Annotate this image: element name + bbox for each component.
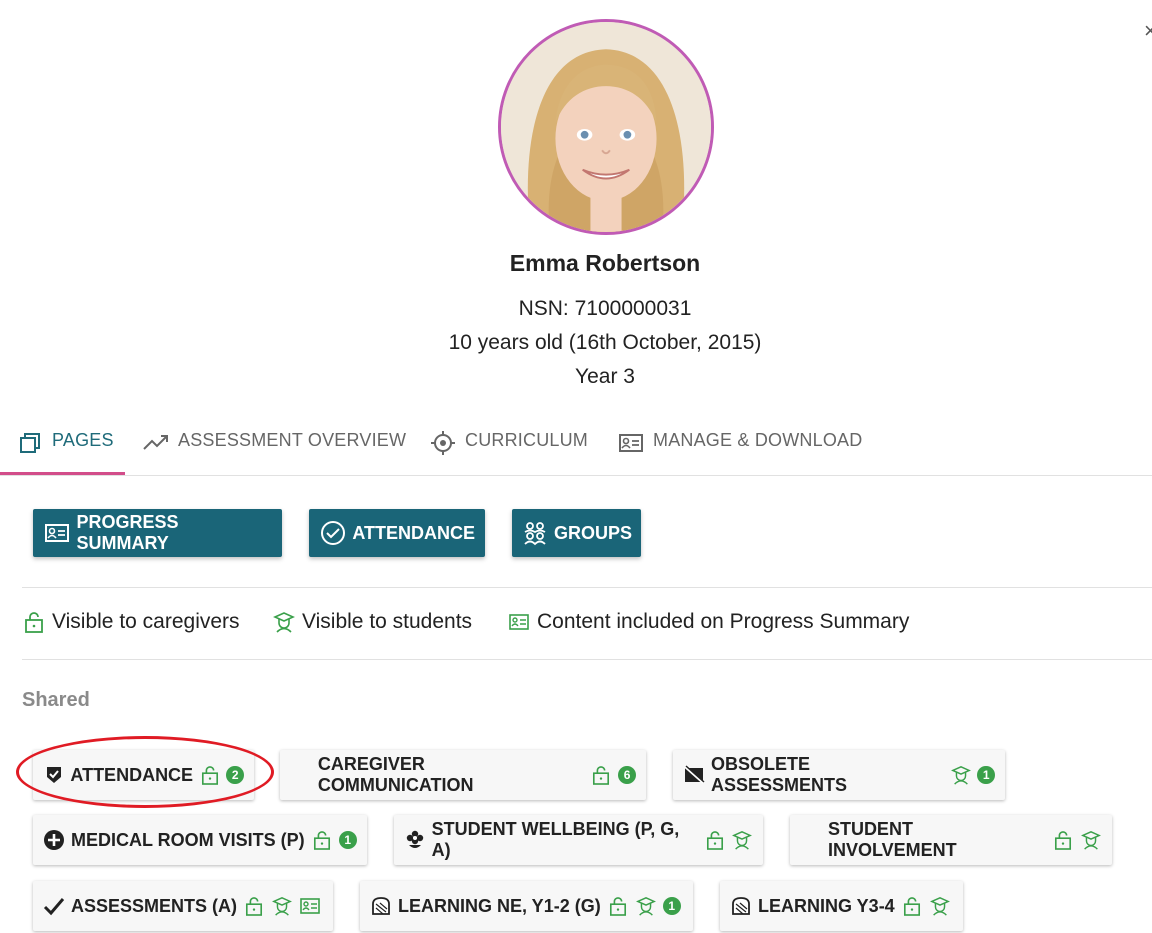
bread-icon <box>370 895 392 917</box>
shield-check-icon <box>43 764 64 786</box>
bread-icon <box>730 895 752 917</box>
pages-icon <box>16 430 44 456</box>
student-year: Year 3 <box>575 365 635 388</box>
unlock-icon <box>199 764 220 786</box>
attendance-button[interactable]: ATTENDANCE <box>309 509 485 557</box>
chip-label: LEARNING NE, Y1-2 (G) <box>398 895 601 916</box>
student-icon <box>272 610 296 634</box>
target-icon <box>429 430 457 456</box>
trend-icon <box>142 430 170 456</box>
unlock-icon <box>22 610 46 634</box>
chip-attendance[interactable]: ATTENDANCE 2 <box>33 750 254 800</box>
chip-label: OBSOLETE ASSESSMENTS <box>711 754 848 795</box>
unlock-icon <box>607 895 629 917</box>
unlock-icon <box>1052 829 1074 851</box>
unlock-icon <box>590 764 612 786</box>
student-icon <box>271 895 293 917</box>
student-name: Emma Robertson <box>509 250 701 276</box>
chip-learning-ne-y1-2[interactable]: LEARNING NE, Y1-2 (G) 1 <box>360 881 693 931</box>
active-tab-indicator <box>0 472 125 475</box>
button-label: ATTENDANCE <box>352 522 475 543</box>
tab-label: PAGES <box>52 430 114 450</box>
tab-pages[interactable]: PAGES <box>16 424 114 476</box>
chip-student-wellbeing[interactable]: STUDENT WELLBEING (P, G, A) <box>394 815 763 865</box>
button-label: PROGRESS SUMMARY <box>76 512 179 553</box>
unlock-icon <box>311 829 333 851</box>
tab-label: CURRICULUM <box>465 430 588 450</box>
chip-label: MEDICAL ROOM VISITS (P) <box>71 829 305 850</box>
tab-manage-download[interactable]: MANAGE & DOWNLOAD <box>617 424 862 476</box>
chip-assessments[interactable]: ASSESSMENTS (A) <box>33 881 333 931</box>
legend-caregivers: Visible to caregivers <box>22 610 240 634</box>
student-icon <box>929 895 951 917</box>
check-circle-icon <box>319 519 346 547</box>
chip-learning-y3-4[interactable]: LEARNING Y3-4 <box>720 881 963 931</box>
id-card-icon <box>617 430 645 456</box>
unlock-icon <box>901 895 923 917</box>
button-label: GROUPS <box>554 522 633 543</box>
count-badge: 1 <box>977 766 996 784</box>
student-icon <box>731 829 753 851</box>
legend-students: Visible to students <box>272 610 472 634</box>
legend-label: Visible to caregivers <box>52 610 240 633</box>
no-image-icon <box>683 764 705 786</box>
chip-label: LEARNING Y3-4 <box>758 895 895 916</box>
divider <box>22 587 1152 588</box>
divider <box>22 659 1152 660</box>
unlock-icon <box>704 829 726 851</box>
chip-label: STUDENT INVOLVEMENT <box>827 819 957 860</box>
student-icon <box>1080 829 1102 851</box>
student-nsn: NSN: 7100000031 <box>518 297 692 320</box>
close-icon[interactable]: × <box>1144 18 1152 44</box>
tab-curriculum[interactable]: CURRICULUM <box>429 424 588 476</box>
legend-label: Visible to students <box>302 610 473 633</box>
groups-icon <box>522 519 548 547</box>
count-badge: 1 <box>662 897 681 915</box>
count-badge: 1 <box>338 831 357 849</box>
student-icon <box>950 764 971 786</box>
chip-medical-room-visits[interactable]: MEDICAL ROOM VISITS (P) 1 <box>33 815 367 865</box>
tab-bar: PAGES ASSESSMENT OVERVIEW CURRICULUM MAN… <box>0 424 1152 476</box>
checkmark-icon <box>43 895 65 917</box>
chip-label: ATTENDANCE <box>70 764 194 785</box>
flower-icon <box>404 829 426 851</box>
tab-label: ASSESSMENT OVERVIEW <box>178 430 407 450</box>
chip-student-involvement[interactable]: STUDENT INVOLVEMENT <box>790 815 1112 865</box>
count-badge: 6 <box>618 766 636 784</box>
id-card-icon <box>299 895 321 917</box>
id-card-icon <box>507 610 531 634</box>
tab-assessment-overview[interactable]: ASSESSMENT OVERVIEW <box>142 424 406 476</box>
groups-button[interactable]: GROUPS <box>512 509 641 557</box>
legend-label: Content included on Progress Summary <box>537 610 910 633</box>
section-label-shared: Shared <box>22 689 90 711</box>
chip-label: STUDENT WELLBEING (P, G, A) <box>431 819 680 860</box>
chip-label: ASSESSMENTS (A) <box>71 895 238 916</box>
tab-label: MANAGE & DOWNLOAD <box>653 430 863 450</box>
student-icon <box>635 895 657 917</box>
id-card-icon <box>43 519 70 547</box>
legend-progress-summary: Content included on Progress Summary <box>507 610 909 634</box>
unlock-icon <box>243 895 265 917</box>
count-badge: 2 <box>226 766 244 784</box>
chip-caregiver-communication[interactable]: CAREGIVER COMMUNICATION 6 <box>280 750 646 800</box>
plus-circle-icon <box>43 829 65 851</box>
avatar <box>498 19 714 235</box>
chip-label: CAREGIVER COMMUNICATION <box>317 754 474 795</box>
student-age: 10 years old (16th October, 2015) <box>448 331 762 354</box>
progress-summary-button[interactable]: PROGRESS SUMMARY <box>33 509 282 557</box>
chip-obsolete-assessments[interactable]: OBSOLETE ASSESSMENTS 1 <box>673 750 1005 800</box>
